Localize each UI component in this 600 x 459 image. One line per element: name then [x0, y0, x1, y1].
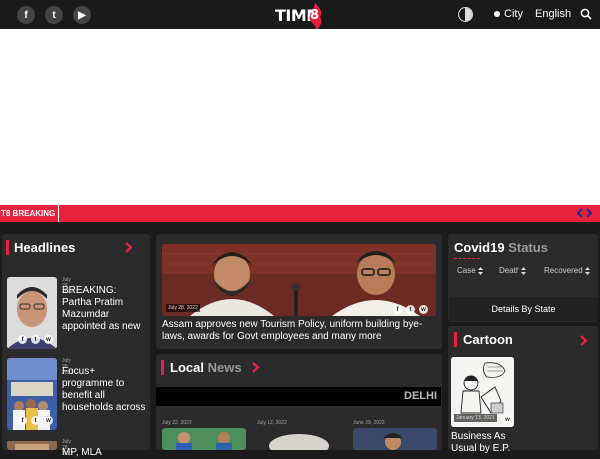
- ticker-next-icon[interactable]: [585, 208, 593, 218]
- breaking-label: T8 BREAKING: [0, 205, 59, 222]
- twitter-icon[interactable]: t: [45, 6, 63, 24]
- headlines-title: Headlines: [14, 240, 76, 255]
- cartoon-caption[interactable]: Business As Usual by E.P.: [451, 431, 521, 455]
- cartoon-date: January 13, 2021: [454, 414, 497, 422]
- local-news-thumbnail[interactable]: [353, 428, 437, 450]
- local-news-title-accent: News: [207, 360, 242, 375]
- sort-icon: [477, 266, 483, 275]
- share-row: f t w: [393, 305, 428, 314]
- logo-flame-icon: 8: [309, 3, 322, 31]
- section-accent-bar: [6, 240, 9, 255]
- covid-column-label: Case: [457, 266, 476, 275]
- headlines-more-icon[interactable]: [125, 242, 133, 253]
- ad-banner-area: [0, 29, 600, 205]
- covid-title-underline: [454, 258, 480, 259]
- site-logo[interactable]: TIME 8: [273, 2, 327, 31]
- headline-thumbnail[interactable]: [7, 439, 57, 450]
- local-news-more-icon[interactable]: [252, 362, 260, 373]
- twitter-share-icon[interactable]: t: [31, 416, 40, 425]
- local-news-thumbnail[interactable]: [162, 428, 246, 450]
- covid-column-label: Death: [499, 266, 519, 275]
- local-news-date: June 29, 2022: [353, 420, 385, 426]
- local-news-title: Local News: [170, 360, 242, 375]
- local-news-date: July 22, 2022: [162, 420, 192, 426]
- local-news-photo: [353, 428, 437, 450]
- facebook-share-icon[interactable]: f: [393, 305, 402, 314]
- covid-column-label: Recovered: [544, 266, 583, 275]
- covid-title-main: Covid19: [454, 240, 505, 255]
- local-news-title-main: Local: [170, 360, 204, 375]
- local-news-date: July 12, 2022: [257, 420, 287, 426]
- covid-column-death[interactable]: Death: [499, 266, 526, 275]
- top-bar: f t ▶ TIME 8 City English: [0, 0, 600, 31]
- city-selector[interactable]: City: [504, 8, 523, 20]
- local-news-photo: [257, 428, 341, 450]
- section-accent-bar: [454, 332, 457, 347]
- whatsapp-share-icon[interactable]: w: [419, 305, 428, 314]
- cartoon-title: Cartoon: [463, 332, 513, 347]
- facebook-share-icon[interactable]: f: [18, 335, 27, 344]
- location-dot-icon: [494, 11, 500, 17]
- sort-icon: [584, 266, 590, 275]
- sort-icon: [521, 266, 526, 275]
- headline-photo: [7, 441, 57, 450]
- facebook-share-icon[interactable]: f: [18, 416, 27, 425]
- theme-toggle-icon[interactable]: [458, 7, 473, 22]
- share-row: f t w: [18, 335, 53, 344]
- facebook-icon[interactable]: f: [17, 6, 35, 24]
- section-accent-bar: [161, 360, 164, 375]
- featured-story[interactable]: July 28, 2022 f t w Assam approves new T…: [156, 234, 442, 349]
- cartoon-section: Cartoon January 13, 2021 w Business As U…: [448, 326, 598, 454]
- featured-title[interactable]: Assam approves new Tourism Policy, unifo…: [162, 319, 438, 343]
- language-selector[interactable]: English: [535, 8, 571, 20]
- cartoon-more-icon[interactable]: [580, 335, 588, 346]
- featured-date: July 28, 2022: [166, 304, 200, 312]
- headlines-section: Headlines f t w July 28, 2022 BREAKING: …: [2, 234, 150, 458]
- covid-column-case[interactable]: Case: [457, 266, 483, 275]
- headline-title[interactable]: MP, MLA: [62, 447, 147, 459]
- search-icon[interactable]: [580, 8, 592, 20]
- covid-column-recovered[interactable]: Recovered: [544, 266, 590, 275]
- city-banner-label: DELHI: [404, 390, 437, 402]
- covid-title: Covid19 Status: [454, 240, 548, 255]
- whatsapp-share-icon[interactable]: w: [44, 335, 53, 344]
- city-banner: DELHI: [156, 387, 441, 406]
- share-row: f t w: [18, 416, 53, 425]
- local-news-photo: [162, 428, 246, 450]
- logo-digit: 8: [310, 8, 319, 23]
- whatsapp-share-icon[interactable]: w: [44, 416, 53, 425]
- details-by-state-button[interactable]: Details By State: [449, 297, 598, 321]
- covid-title-accent: Status: [508, 240, 548, 255]
- whatsapp-share-icon[interactable]: w: [503, 415, 512, 424]
- breaking-ticker: T8 BREAKING: [0, 205, 600, 222]
- youtube-icon[interactable]: ▶: [73, 6, 91, 24]
- local-news-thumbnail[interactable]: [257, 428, 341, 450]
- twitter-share-icon[interactable]: t: [406, 305, 415, 314]
- twitter-share-icon[interactable]: t: [31, 335, 40, 344]
- ticker-prev-icon[interactable]: [576, 208, 584, 218]
- headline-title[interactable]: Focus+ programme to benefit all househol…: [62, 366, 147, 414]
- headline-title[interactable]: BREAKING: Partha Pratim Mazumdar appoint…: [62, 285, 147, 333]
